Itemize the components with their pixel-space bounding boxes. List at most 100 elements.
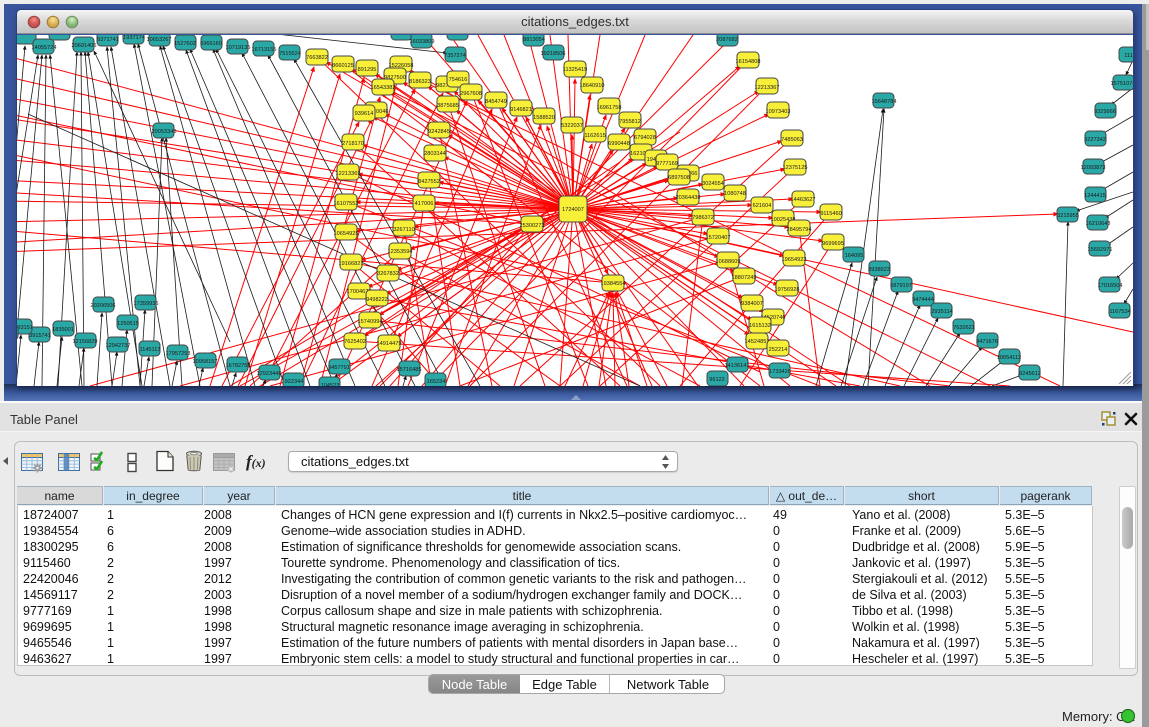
svg-text:2803144: 2803144	[424, 151, 446, 157]
svg-text:12923446: 12923446	[257, 371, 282, 377]
svg-text:104523: 104523	[321, 383, 340, 386]
svg-text:7485063: 7485063	[781, 137, 803, 143]
svg-text:15692971: 15692971	[1088, 247, 1113, 253]
svg-text:1112: 1112	[1124, 53, 1133, 59]
svg-text:14055724: 14055724	[32, 45, 57, 51]
svg-text:17016504: 17016504	[1098, 283, 1123, 289]
svg-text:9699695: 9699695	[822, 241, 844, 247]
svg-text:10653267: 10653267	[147, 37, 172, 43]
svg-text:20206506: 20206506	[91, 303, 116, 309]
svg-text:19384554: 19384554	[601, 281, 626, 287]
svg-text:12353594: 12353594	[388, 249, 413, 255]
svg-text:18640910: 18640910	[580, 83, 605, 89]
svg-text:1733426: 1733426	[769, 369, 791, 375]
svg-text:28495794: 28495794	[787, 227, 812, 233]
svg-text:9329966: 9329966	[1094, 109, 1116, 115]
svg-text:9457791: 9457791	[328, 365, 350, 371]
svg-text:1724007: 1724007	[562, 207, 584, 213]
svg-text:6990448: 6990448	[608, 141, 630, 147]
svg-text:1162615: 1162615	[584, 133, 605, 139]
svg-text:18807249: 18807249	[732, 275, 757, 281]
svg-text:9146821: 9146821	[510, 107, 532, 113]
svg-text:16543382: 16543382	[371, 85, 396, 91]
svg-text:16210643: 16210643	[1086, 221, 1111, 227]
svg-text:16154808: 16154808	[736, 59, 761, 65]
svg-text:6879197: 6879197	[890, 283, 912, 289]
svg-text:16713155: 16713155	[252, 47, 277, 53]
svg-text:10688609: 10688609	[716, 259, 741, 265]
svg-text:9242845: 9242845	[428, 129, 450, 135]
svg-text:16033809: 16033809	[410, 39, 435, 45]
svg-text:12156829: 12156829	[73, 339, 98, 345]
svg-text:8186323: 8186323	[409, 79, 431, 85]
svg-text:7663822: 7663822	[306, 55, 328, 61]
svg-text:20053346: 20053346	[152, 129, 177, 135]
svg-text:8427552: 8427552	[418, 179, 440, 185]
svg-text:9227342: 9227342	[1084, 137, 1106, 143]
svg-text:7632621: 7632621	[953, 325, 975, 331]
svg-text:1244415: 1244415	[1084, 193, 1106, 199]
svg-text:891295: 891295	[358, 67, 377, 73]
svg-text:20364436: 20364436	[676, 195, 701, 201]
svg-text:3915741: 3915741	[29, 333, 51, 339]
svg-text:922344: 922344	[285, 379, 304, 385]
svg-text:9115460: 9115460	[820, 211, 841, 217]
svg-text:3024554: 3024554	[702, 181, 724, 187]
svg-text:6966160: 6966160	[200, 41, 222, 47]
svg-text:3267832: 3267832	[377, 271, 399, 277]
svg-text:6897508: 6897508	[668, 175, 690, 181]
svg-text:10654112: 10654112	[997, 355, 1021, 361]
svg-text:9498222: 9498222	[366, 297, 388, 303]
svg-text:14524851: 14524851	[745, 339, 770, 345]
svg-text:164095: 164095	[845, 253, 864, 259]
svg-text:16961758: 16961758	[597, 105, 622, 111]
svg-text:3875685: 3875685	[437, 103, 459, 109]
svg-text:7955812: 7955812	[619, 119, 641, 125]
svg-text:10973403: 10973403	[766, 109, 791, 115]
svg-text:19218506: 19218506	[541, 51, 566, 57]
svg-text:9245612: 9245612	[1019, 371, 1041, 377]
svg-text:12093873: 12093873	[1081, 165, 1106, 171]
svg-text:11325419: 11325419	[563, 67, 587, 73]
svg-text:8454749: 8454749	[485, 99, 507, 105]
svg-text:939614: 939614	[355, 111, 374, 117]
svg-text:2935114: 2935114	[931, 309, 952, 315]
svg-text:14136141: 14136141	[725, 363, 750, 369]
svg-text:8660125: 8660125	[332, 63, 354, 69]
svg-text:621604: 621604	[753, 203, 772, 209]
svg-text:19654923: 19654923	[782, 257, 807, 263]
svg-text:12213367: 12213367	[755, 85, 780, 91]
svg-text:1588520: 1588520	[533, 115, 555, 121]
svg-text:7515524: 7515524	[279, 51, 301, 57]
svg-text:9777169: 9777169	[656, 161, 678, 167]
svg-text:12375125: 12375125	[783, 165, 808, 171]
svg-text:7625402: 7625402	[344, 339, 366, 345]
svg-text:8813054: 8813054	[523, 37, 545, 43]
svg-text:17359936: 17359936	[134, 301, 159, 307]
svg-text:15720407: 15720407	[706, 235, 731, 241]
svg-text:1615132: 1615132	[749, 323, 771, 329]
svg-text:14914479: 14914479	[377, 341, 402, 347]
svg-text:3215955: 3215955	[1057, 213, 1079, 219]
svg-text:754616: 754616	[449, 77, 468, 83]
svg-text:8938923: 8938923	[868, 267, 890, 273]
svg-text:252214: 252214	[769, 347, 788, 353]
svg-text:3267110: 3267110	[393, 227, 414, 233]
svg-text:15740994: 15740994	[358, 319, 383, 325]
svg-text:19166827: 19166827	[339, 261, 364, 267]
svg-text:9371741: 9371741	[97, 37, 119, 43]
svg-text:12942737: 12942737	[106, 343, 131, 349]
svg-text:96122: 96122	[709, 377, 725, 383]
svg-text:7986372: 7986372	[692, 215, 714, 221]
svg-text:1080748: 1080748	[724, 191, 746, 197]
svg-text:25300273: 25300273	[520, 223, 545, 229]
svg-text:10654925: 10654925	[334, 231, 359, 237]
svg-text:16648784: 16648784	[872, 99, 897, 105]
svg-text:165234: 165234	[427, 379, 446, 385]
svg-text:5193157: 5193157	[17, 325, 33, 331]
svg-text:15716485: 15716485	[397, 367, 422, 373]
svg-text:9474444: 9474444	[912, 297, 934, 303]
svg-text:2087682: 2087682	[716, 37, 738, 43]
svg-text:6794028: 6794028	[634, 135, 656, 141]
svg-text:16107553: 16107553	[334, 201, 359, 207]
